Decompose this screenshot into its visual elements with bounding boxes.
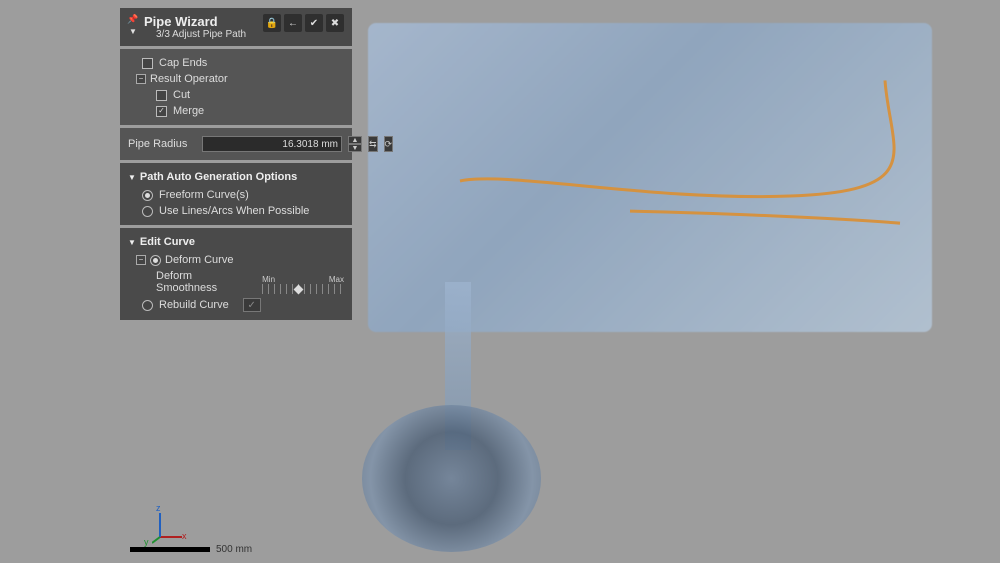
pipe-path-overlay [330, 0, 970, 563]
cap-ends-row[interactable]: Cap Ends [128, 55, 344, 71]
deform-expander[interactable]: − [136, 255, 146, 265]
freeform-radio[interactable] [142, 190, 153, 201]
apply-button[interactable]: ✔ [305, 14, 323, 32]
collapse-icon[interactable]: ▼ [129, 27, 137, 36]
cap-ends-label: Cap Ends [159, 57, 207, 69]
deform-label: Deform Curve [165, 254, 233, 266]
scale-bar: 500 mm [130, 544, 252, 555]
pipe-radius-input[interactable] [202, 136, 342, 152]
radius-spin-down[interactable]: ▼ [348, 144, 362, 152]
slider-min-label: Min [262, 275, 275, 284]
arrow-left-icon: ← [288, 18, 298, 29]
rebuild-radio[interactable] [142, 300, 153, 311]
pipe-wizard-panel: 📌 ▼ Pipe Wizard 3/3 Adjust Pipe Path 🔒 ←… [120, 8, 352, 320]
lock-icon: 🔒 [266, 18, 278, 29]
close-button[interactable]: ✖ [326, 14, 344, 32]
slider-thumb[interactable] [293, 285, 303, 295]
axis-x-label: x [182, 531, 187, 541]
lines-arcs-label: Use Lines/Arcs When Possible [159, 205, 309, 217]
freeform-label: Freeform Curve(s) [159, 189, 249, 201]
wizard-header: 📌 ▼ Pipe Wizard 3/3 Adjust Pipe Path 🔒 ←… [120, 8, 352, 46]
freeform-row[interactable]: Freeform Curve(s) [128, 187, 344, 203]
wizard-title: Pipe Wizard [144, 14, 263, 29]
result-operator-label: Result Operator [150, 73, 228, 85]
panel-pin-column: 📌 ▼ [126, 14, 140, 36]
chevron-down-icon [128, 236, 136, 248]
rebuild-curve-row[interactable]: Rebuild Curve ✓ [128, 296, 344, 314]
cut-label: Cut [173, 89, 190, 101]
radius-reset-icon[interactable]: ⟳ [384, 136, 394, 152]
lines-arcs-row[interactable]: Use Lines/Arcs When Possible [128, 203, 344, 219]
cut-row[interactable]: Cut [128, 87, 344, 103]
radius-spin-up[interactable]: ▲ [348, 136, 362, 144]
result-operator-expander[interactable]: − [136, 74, 146, 84]
rebuild-apply-button[interactable]: ✓ [243, 298, 261, 312]
axis-gizmo[interactable]: x z y [152, 509, 188, 545]
section-radius: Pipe Radius ▲ ▼ ⇆ ⟳ [120, 128, 352, 160]
merge-checkbox[interactable] [156, 106, 167, 117]
rebuild-label: Rebuild Curve [159, 299, 229, 311]
section-path-auto: Path Auto Generation Options Freeform Cu… [120, 163, 352, 225]
close-icon: ✖ [331, 18, 339, 29]
scale-bar-graphic [130, 547, 210, 552]
merge-row[interactable]: Merge [128, 103, 344, 119]
path-auto-title[interactable]: Path Auto Generation Options [128, 169, 344, 187]
slider-max-label: Max [329, 275, 344, 284]
cut-checkbox[interactable] [156, 90, 167, 101]
lines-arcs-radio[interactable] [142, 206, 153, 217]
deform-radio[interactable] [150, 255, 161, 266]
scanned-model [330, 0, 970, 563]
deform-smoothness-label: Deform Smoothness [156, 270, 256, 294]
deform-smoothness-row: Deform Smoothness Min Max [128, 268, 344, 296]
pin-icon[interactable]: 📌 [127, 14, 138, 25]
deform-curve-row[interactable]: − Deform Curve [128, 252, 344, 268]
wizard-subtitle: 3/3 Adjust Pipe Path [144, 29, 263, 40]
section-edit-curve: Edit Curve − Deform Curve Deform Smoothn… [120, 228, 352, 320]
section-result: Cap Ends − Result Operator Cut Merge [120, 49, 352, 125]
deform-smoothness-slider[interactable] [262, 284, 344, 294]
chevron-down-icon [128, 171, 136, 183]
back-button[interactable]: ← [284, 14, 302, 32]
edit-curve-title[interactable]: Edit Curve [128, 234, 344, 252]
result-operator-row[interactable]: − Result Operator [128, 71, 344, 87]
lock-button[interactable]: 🔒 [263, 14, 281, 32]
check-icon: ✔ [310, 18, 318, 29]
merge-label: Merge [173, 105, 204, 117]
scale-bar-label: 500 mm [216, 544, 252, 555]
radius-slider-icon[interactable]: ⇆ [368, 136, 378, 152]
axis-z-label: z [156, 503, 161, 513]
cap-ends-checkbox[interactable] [142, 58, 153, 69]
pipe-radius-label: Pipe Radius [128, 138, 196, 150]
